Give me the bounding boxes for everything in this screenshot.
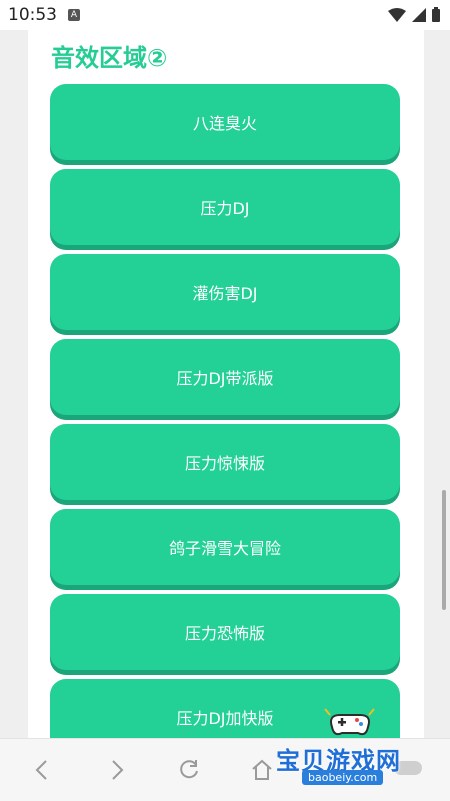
section-title: 音效区域② (51, 44, 168, 72)
sound-button-6[interactable]: 鸽子滑雪大冒险 (50, 509, 400, 585)
forward-icon[interactable] (103, 757, 129, 783)
battery-icon (432, 7, 440, 22)
back-icon[interactable] (30, 757, 56, 783)
sound-button-1[interactable]: 八连臭火 (50, 84, 400, 160)
status-bar: 10:53 A (0, 0, 450, 30)
sound-button-4[interactable]: 压力DJ带派版 (50, 339, 400, 415)
sound-button-7[interactable]: 压力恐怖版 (50, 594, 400, 670)
wifi-icon (388, 7, 406, 22)
right-gutter (424, 30, 450, 738)
signal-icon (412, 7, 426, 22)
scrollbar-thumb[interactable] (442, 490, 446, 610)
page-content: 音效区域② 八连臭火 压力DJ 灌伤害DJ 压力DJ带派版 压力惊悚版 鸽子滑雪… (28, 30, 424, 738)
watermark-url: baobeiy.com (302, 770, 384, 785)
status-icons (388, 7, 440, 22)
sound-button-3[interactable]: 灌伤害DJ (50, 254, 400, 330)
sound-button-2[interactable]: 压力DJ (50, 169, 400, 245)
watermark-logo: 宝贝游戏网 baobeiy.com (258, 705, 428, 797)
browser-toolbar: 宝贝游戏网 baobeiy.com (0, 708, 450, 801)
left-gutter (0, 30, 28, 738)
status-time: 10:53 (8, 5, 57, 25)
notification-icon: A (68, 9, 80, 21)
gamepad-mascot-icon (324, 708, 375, 736)
sound-button-5[interactable]: 压力惊悚版 (50, 424, 400, 500)
refresh-icon[interactable] (176, 757, 202, 783)
